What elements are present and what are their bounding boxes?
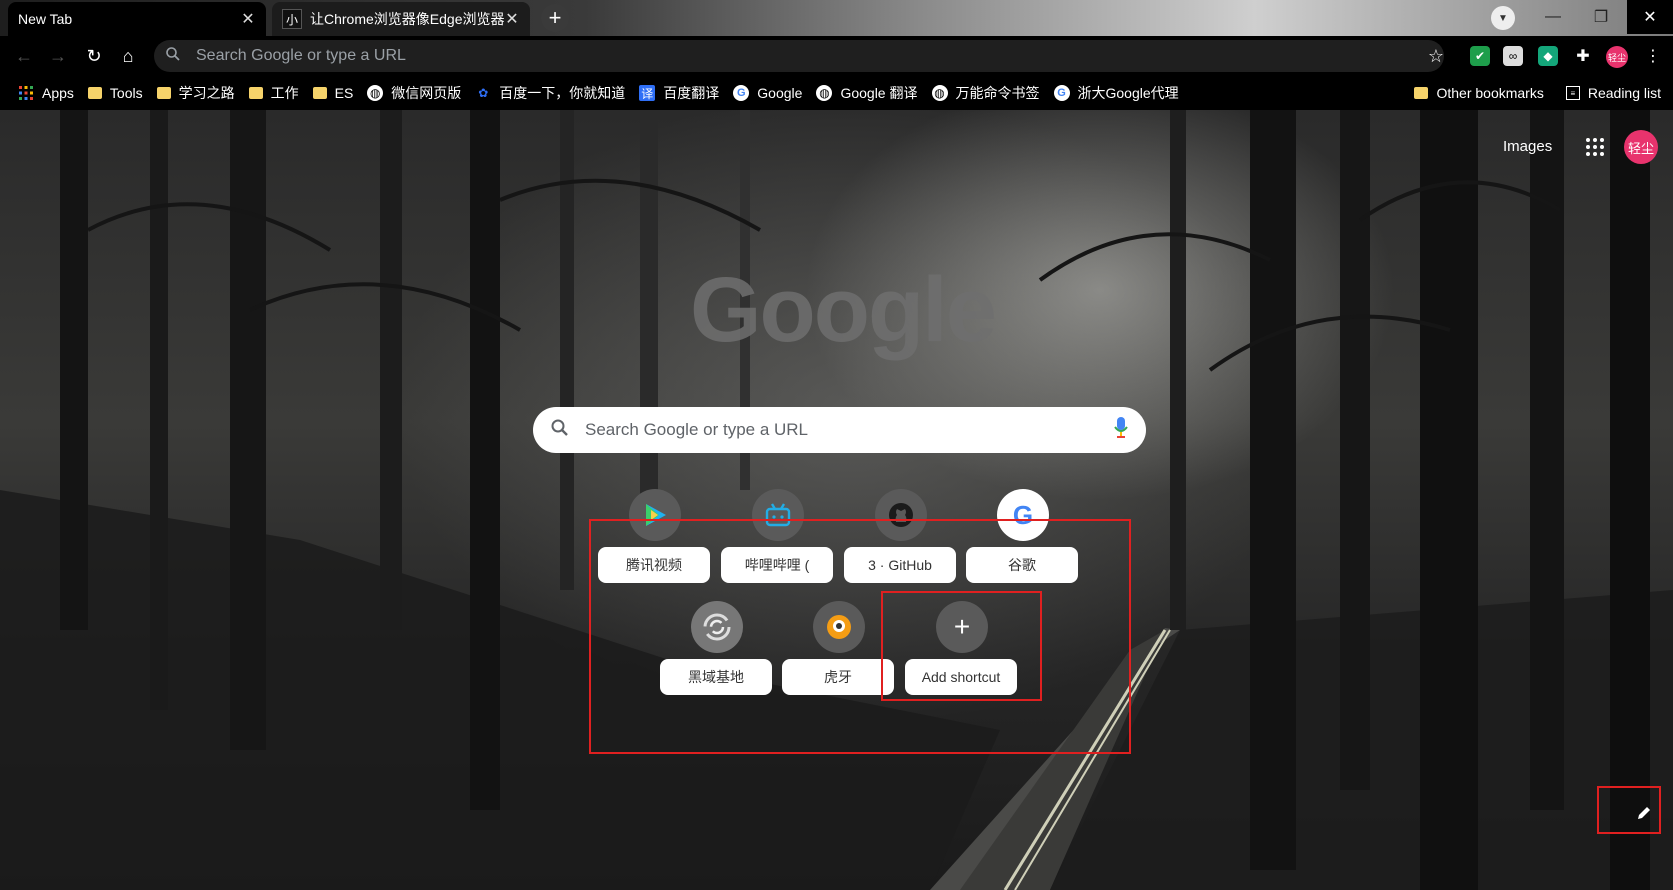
- tab-title: New Tab: [18, 11, 73, 27]
- ntp-search-box[interactable]: Search Google or type a URL: [533, 407, 1146, 453]
- menu-kebab-icon[interactable]: ⋮: [1643, 46, 1663, 66]
- minimize-button[interactable]: —: [1530, 0, 1576, 34]
- google-icon: G: [733, 85, 750, 101]
- bookmark-wechat[interactable]: ◍ 微信网页版: [367, 83, 461, 103]
- omnibox-placeholder: Search Google or type a URL: [196, 47, 406, 64]
- reload-icon[interactable]: ↻: [80, 42, 108, 70]
- bookmark-label: 工作: [270, 85, 299, 101]
- reading-list-label: Reading list: [1587, 85, 1661, 101]
- forward-icon[interactable]: →: [44, 42, 72, 70]
- highlight-shortcuts: [589, 519, 1131, 754]
- bookmark-label: Apps: [42, 85, 74, 101]
- omnibox[interactable]: Search Google or type a URL: [154, 40, 1444, 72]
- baidu-icon: ✿: [478, 86, 489, 100]
- search-icon: [551, 419, 569, 442]
- bookmark-label: Other bookmarks: [1436, 85, 1544, 101]
- bookmark-google[interactable]: G Google: [733, 85, 802, 101]
- title-bar: New Tab ✕ 小 让Chrome浏览器像Edge浏览器 ✕ + ▼ — ❐…: [0, 0, 1673, 36]
- profile-avatar[interactable]: 轻尘: [1606, 46, 1628, 68]
- tab-favicon-icon: 小: [282, 9, 302, 29]
- tab-new-tab[interactable]: New Tab ✕: [8, 2, 266, 36]
- bookmarks-bar: Apps Tools 学习之路 工作 ES ◍ 微信网页版 ✿ 百度一下，你就知…: [0, 76, 1673, 110]
- bookmark-baidu-translate[interactable]: 译 百度翻译: [639, 83, 719, 103]
- bookmark-label: 微信网页版: [391, 85, 462, 101]
- images-link[interactable]: Images: [1503, 138, 1552, 155]
- bookmark-other[interactable]: Other bookmarks: [1414, 85, 1544, 101]
- new-tab-page: Images 轻尘 Google Search Google or type a…: [0, 110, 1673, 890]
- translate-icon: 译: [639, 85, 656, 101]
- folder-icon: [312, 87, 327, 99]
- folder-icon: [156, 87, 171, 99]
- search-icon: [166, 46, 184, 66]
- bookmark-label: Google 翻译: [840, 85, 918, 101]
- bookmark-folder-work[interactable]: 工作: [248, 83, 299, 103]
- tab-title: 让Chrome浏览器像Edge浏览器: [310, 11, 504, 27]
- bookmark-folder-study[interactable]: 学习之路: [156, 83, 235, 103]
- folder-icon: [87, 87, 102, 99]
- bookmark-apps[interactable]: Apps: [18, 85, 74, 101]
- home-icon[interactable]: ⌂: [114, 42, 142, 70]
- bookmark-label: 浙大Google代理: [1077, 85, 1179, 101]
- bookmark-zju-proxy[interactable]: G 浙大Google代理: [1053, 83, 1179, 103]
- bookmark-label: 学习之路: [178, 85, 235, 101]
- search-placeholder: Search Google or type a URL: [585, 420, 809, 439]
- bookmark-command[interactable]: ◍ 万能命令书签: [931, 83, 1040, 103]
- folder-icon: [1414, 87, 1429, 99]
- tab-close-icon[interactable]: ✕: [240, 9, 256, 29]
- globe-icon: ◍: [931, 85, 948, 101]
- bookmark-folder-tools[interactable]: Tools: [87, 85, 143, 101]
- bookmark-baidu[interactable]: ✿ 百度一下，你就知道: [475, 83, 625, 103]
- microphone-icon[interactable]: [1114, 416, 1128, 444]
- bookmark-label: Google: [757, 85, 803, 101]
- new-tab-button[interactable]: +: [541, 4, 569, 32]
- tab-search-icon[interactable]: ▼: [1491, 6, 1515, 30]
- extension-glasses-icon[interactable]: ∞: [1503, 46, 1523, 66]
- extension-vpn-icon[interactable]: ◆: [1538, 46, 1558, 66]
- extensions-puzzle-icon[interactable]: ✚: [1573, 46, 1593, 66]
- tab-article[interactable]: 小 让Chrome浏览器像Edge浏览器 ✕: [272, 2, 530, 36]
- google-icon: G: [1053, 85, 1070, 101]
- bookmark-folder-es[interactable]: ES: [312, 85, 354, 101]
- highlight-add-shortcut: [881, 591, 1042, 701]
- tab-close-icon[interactable]: ✕: [504, 9, 520, 29]
- forest-background: [0, 110, 1673, 890]
- bookmark-label: Tools: [109, 85, 143, 101]
- restore-button[interactable]: ❐: [1578, 0, 1624, 34]
- google-logo: Google: [690, 259, 997, 361]
- globe-icon: ◍: [367, 85, 384, 101]
- extension-shield-icon[interactable]: ✔: [1470, 46, 1490, 66]
- bookmark-google-translate[interactable]: ◍ Google 翻译: [816, 83, 918, 103]
- customize-pencil-icon[interactable]: [1636, 805, 1652, 821]
- bookmark-label: 万能命令书签: [955, 85, 1040, 101]
- google-apps-icon[interactable]: [1580, 132, 1610, 162]
- close-window-button[interactable]: ✕: [1627, 0, 1673, 34]
- bookmark-star-icon[interactable]: ☆: [1422, 42, 1450, 70]
- reading-list[interactable]: ≡ Reading list: [1565, 85, 1661, 101]
- back-icon[interactable]: ←: [10, 42, 38, 70]
- bookmark-label: ES: [334, 85, 354, 101]
- reading-list-icon: ≡: [1565, 86, 1580, 100]
- bookmark-label: 百度一下，你就知道: [499, 85, 626, 101]
- apps-icon: [18, 85, 34, 101]
- folder-icon: [248, 87, 263, 99]
- globe-icon: ◍: [816, 85, 833, 101]
- bookmark-label: 百度翻译: [663, 85, 720, 101]
- account-avatar[interactable]: 轻尘: [1624, 130, 1658, 164]
